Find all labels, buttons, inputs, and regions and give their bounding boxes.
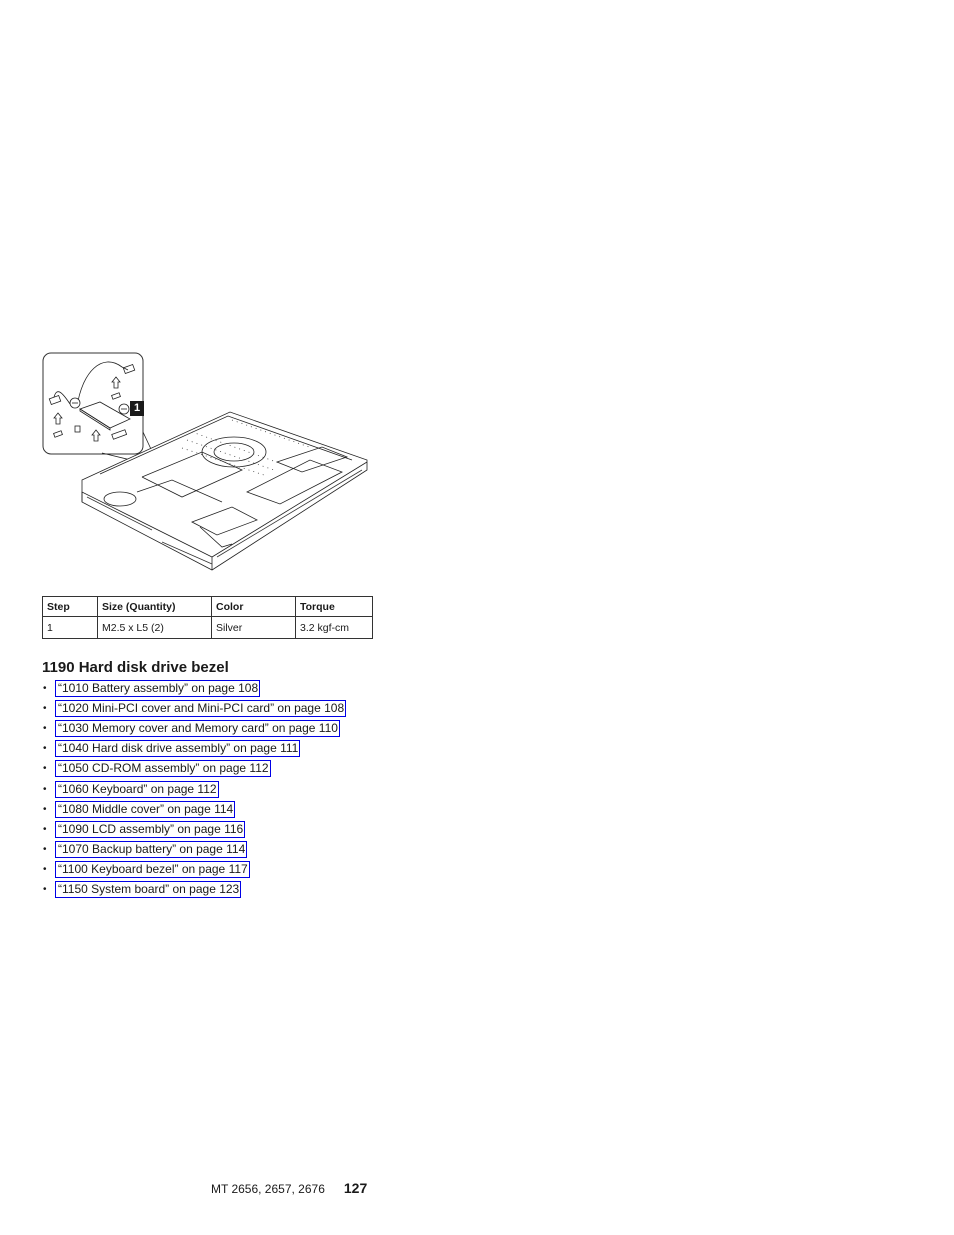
callout-step-1: 1 <box>130 401 144 416</box>
link-1070-backup-battery[interactable]: “1070 Backup battery” on page 114 <box>55 841 248 859</box>
list-item: • “1050 CD-ROM assembly” on page 112 <box>42 759 346 779</box>
bullet-icon: • <box>43 682 47 694</box>
link-1020-mini-pci[interactable]: “1020 Mini-PCI cover and Mini-PCI card” … <box>55 699 347 717</box>
link-1050-cd-rom[interactable]: “1050 CD-ROM assembly” on page 112 <box>55 760 271 778</box>
list-item: • “1070 Backup battery” on page 114 <box>42 840 346 860</box>
bullet-icon: • <box>43 884 47 896</box>
list-item: • “1030 Memory cover and Memory card” on … <box>42 718 346 738</box>
list-item: • “1090 LCD assembly” on page 116 <box>42 819 346 839</box>
list-item: • “1060 Keyboard” on page 112 <box>42 779 346 799</box>
list-item: • “1100 Keyboard bezel” on page 117 <box>42 860 346 880</box>
page-footer: MT 2656, 2657, 2676 127 <box>211 1180 367 1196</box>
column-header-step: Step <box>42 596 98 617</box>
table-header-row: Step Size (Quantity) Color Torque <box>42 596 373 617</box>
link-1060-keyboard[interactable]: “1060 Keyboard” on page 112 <box>55 780 219 798</box>
machine-types: MT 2656, 2657, 2676 <box>211 1182 325 1196</box>
column-header-color: Color <box>211 596 296 617</box>
link-1080-middle-cover[interactable]: “1080 Middle cover” on page 114 <box>55 800 236 818</box>
disassembly-illustration <box>42 352 370 574</box>
section-title: 1190 Hard disk drive bezel <box>42 659 229 676</box>
bullet-icon: • <box>43 823 47 835</box>
list-item: • “1010 Battery assembly” on page 108 <box>42 678 346 698</box>
link-1030-memory[interactable]: “1030 Memory cover and Memory card” on p… <box>55 719 340 737</box>
column-header-torque: Torque <box>295 596 373 617</box>
link-1090-lcd-assembly[interactable]: “1090 LCD assembly” on page 116 <box>55 820 246 838</box>
bullet-icon: • <box>43 783 47 795</box>
bullet-icon: • <box>43 864 47 876</box>
screw-torque-table: Step Size (Quantity) Color Torque 1 M2.5… <box>42 596 373 639</box>
link-1040-hard-disk-drive[interactable]: “1040 Hard disk drive assembly” on page … <box>55 740 301 758</box>
column-header-size: Size (Quantity) <box>97 596 212 617</box>
bullet-icon: • <box>43 763 47 775</box>
link-1010-battery-assembly[interactable]: “1010 Battery assembly” on page 108 <box>55 679 261 697</box>
bullet-icon: • <box>43 844 47 856</box>
bullet-icon: • <box>43 803 47 815</box>
link-1100-keyboard-bezel[interactable]: “1100 Keyboard bezel” on page 117 <box>55 861 250 879</box>
page-number: 127 <box>343 1180 368 1196</box>
bullet-icon: • <box>43 702 47 714</box>
cell-size: M2.5 x L5 (2) <box>97 616 212 639</box>
cell-torque: 3.2 kgf-cm <box>295 616 373 639</box>
table-row: 1 M2.5 x L5 (2) Silver 3.2 kgf-cm <box>42 616 373 639</box>
list-item: • “1150 System board” on page 123 <box>42 880 346 900</box>
prerequisite-list: • “1010 Battery assembly” on page 108 • “1… <box>42 678 347 900</box>
cell-step: 1 <box>42 616 98 639</box>
cell-color: Silver <box>211 616 296 639</box>
link-1150-system-board[interactable]: “1150 System board” on page 123 <box>55 881 242 899</box>
bullet-icon: • <box>43 722 47 734</box>
list-item: • “1080 Middle cover” on page 114 <box>42 799 346 819</box>
bullet-icon: • <box>43 743 47 755</box>
list-item: • “1040 Hard disk drive assembly” on page… <box>42 739 346 759</box>
list-item: • “1020 Mini-PCI cover and Mini-PCI card”… <box>42 698 347 718</box>
